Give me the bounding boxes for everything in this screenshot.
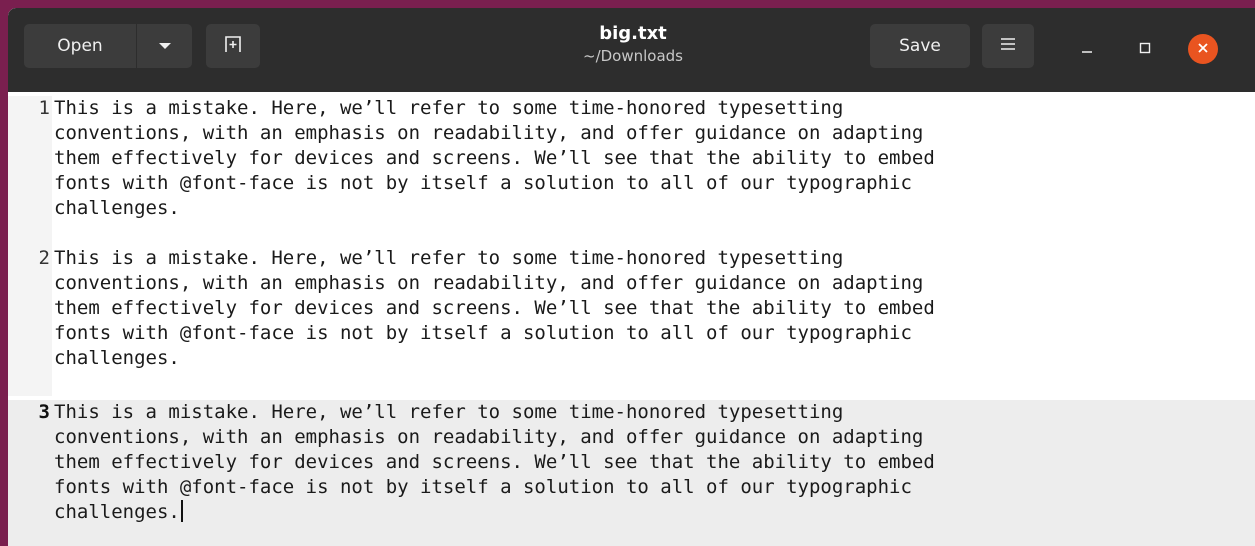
minimize-icon (1080, 40, 1094, 59)
open-dropdown-button[interactable] (137, 24, 192, 68)
wrapped-line: challenges. (54, 501, 180, 523)
hamburger-menu-icon (999, 36, 1017, 57)
current-text-line[interactable]: 3 This is a mistake. Here, we’ll refer t… (8, 400, 1255, 546)
line-number: 3 (38, 401, 50, 423)
maximize-icon (1138, 40, 1152, 59)
save-button-label: Save (899, 36, 941, 56)
new-tab-button[interactable] (206, 24, 260, 68)
wrapped-line: fonts with @font-face is not by itself a… (54, 322, 912, 344)
close-button[interactable] (1188, 34, 1218, 64)
wrapped-line: conventions, with an emphasis on readabi… (54, 272, 924, 294)
editor-text-area[interactable]: 1 This is a mistake. Here, we’ll refer t… (8, 92, 1255, 546)
wrapped-line-with-caret: challenges. (54, 500, 1244, 525)
wrapped-line: This is a mistake. Here, we’ll refer to … (54, 401, 844, 423)
wrapped-line: conventions, with an emphasis on readabi… (54, 426, 924, 448)
save-button[interactable]: Save (870, 24, 970, 68)
chevron-down-icon (158, 36, 172, 56)
close-icon (1196, 40, 1210, 59)
line-content[interactable]: This is a mistake. Here, we’ll refer to … (54, 246, 1244, 371)
wrapped-line: This is a mistake. Here, we’ll refer to … (54, 247, 844, 269)
wrapped-line: them effectively for devices and screens… (54, 297, 935, 319)
wrapped-line: them effectively for devices and screens… (54, 147, 935, 169)
wrapped-line: them effectively for devices and screens… (54, 451, 935, 473)
window-title-block: big.txt ~/Downloads (528, 22, 738, 66)
line-content[interactable]: This is a mistake. Here, we’ll refer to … (54, 96, 1244, 221)
wrapped-line: This is a mistake. Here, we’ll refer to … (54, 97, 844, 119)
open-button[interactable]: Open (24, 24, 136, 68)
text-editor-window: Open big.txt ~/Downloads Save 1 This is … (8, 8, 1255, 546)
window-subtitle: ~/Downloads (583, 47, 683, 65)
window-title: big.txt (599, 23, 667, 44)
line-content[interactable]: This is a mistake. Here, we’ll refer to … (54, 400, 1244, 525)
new-tab-icon (223, 34, 243, 59)
header-bar: Open big.txt ~/Downloads Save (8, 8, 1255, 92)
wrapped-line: challenges. (54, 347, 180, 369)
line-number: 1 (38, 97, 50, 119)
wrapped-line: fonts with @font-face is not by itself a… (54, 476, 912, 498)
line-number: 2 (38, 247, 50, 269)
maximize-button[interactable] (1130, 34, 1160, 64)
text-caret (180, 500, 183, 522)
wrapped-line: conventions, with an emphasis on readabi… (54, 122, 924, 144)
minimize-button[interactable] (1072, 34, 1102, 64)
open-button-label: Open (57, 36, 103, 56)
wrapped-line: challenges. (54, 197, 180, 219)
wrapped-line: fonts with @font-face is not by itself a… (54, 172, 912, 194)
text-line[interactable]: 2 This is a mistake. Here, we’ll refer t… (8, 246, 1255, 396)
text-line[interactable]: 1 This is a mistake. Here, we’ll refer t… (8, 96, 1255, 246)
menu-button[interactable] (982, 24, 1034, 68)
